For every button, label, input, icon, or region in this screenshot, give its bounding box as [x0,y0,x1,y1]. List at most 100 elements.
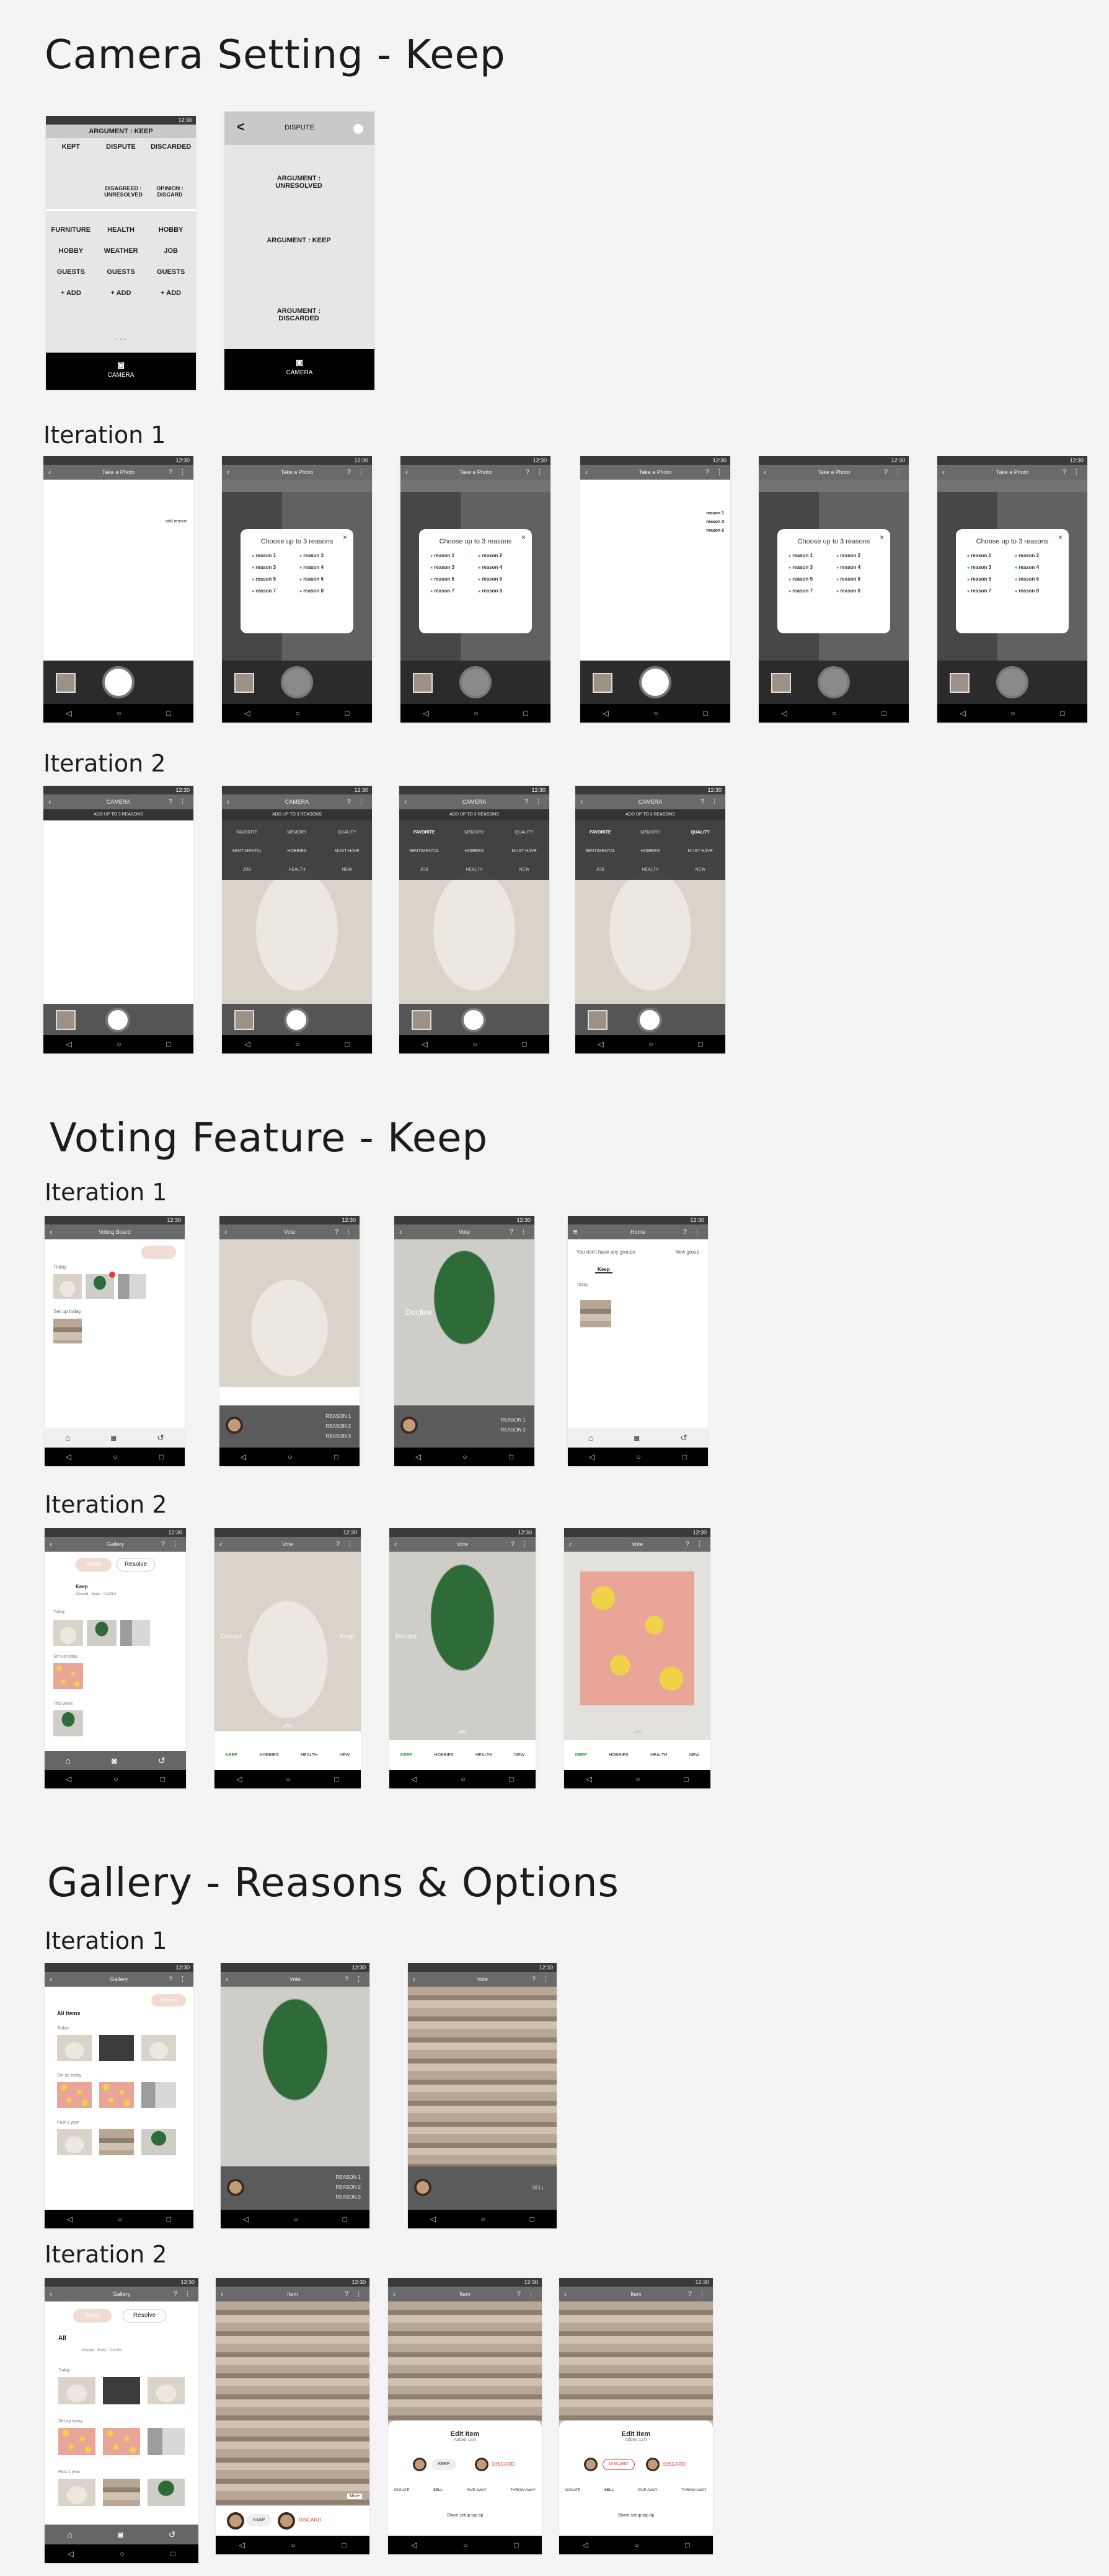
reason-option[interactable]: reason 3 [967,565,1010,570]
nav-home-icon[interactable]: ○ [117,709,121,718]
nav-home-icon[interactable]: ○ [1010,709,1015,718]
nav-back-icon[interactable]: ◁ [66,709,71,718]
back-icon[interactable]: ‹ [404,794,407,809]
back-icon[interactable]: ‹ [399,1224,402,1239]
reason-tag[interactable]: reason 1 [706,509,724,518]
tag-option[interactable]: QUALITY [499,830,549,843]
nav-home-icon[interactable]: ○ [113,1453,117,1461]
help-icon[interactable]: ? ⋮ [335,1224,355,1239]
nav-back-icon[interactable]: ◁ [66,1775,71,1783]
nav-back-icon[interactable]: ◁ [960,709,965,718]
back-icon[interactable]: ‹ [942,465,945,480]
nav-back-icon[interactable]: ◁ [603,709,608,718]
discard-swipe[interactable]: Discard [395,1633,417,1640]
nav-recent-icon[interactable]: □ [159,1453,164,1461]
tab-discarded[interactable]: DISCARDED [146,143,196,151]
nav-recent-icon[interactable]: □ [684,1775,688,1783]
nav-back-icon[interactable]: ◁ [430,2215,436,2223]
shutter-button[interactable] [639,666,671,698]
photo-thumb[interactable] [148,2428,185,2455]
tag-option[interactable]: NEW [675,868,725,880]
nav-home-icon[interactable]: ○ [461,1775,465,1783]
reason-banner[interactable]: ADD UP TO 3 REASONS [222,809,372,820]
nav-home-icon[interactable]: ○ [474,709,478,718]
nav-back-icon[interactable]: ◁ [411,1775,417,1783]
help-icon[interactable]: ? ⋮ [347,465,367,480]
tag-option[interactable]: FAVORITE [399,830,449,843]
category-chip[interactable]: KEEP [226,1753,237,1757]
history-icon[interactable]: ↺ [157,1433,164,1443]
filter-conflict[interactable]: Conflict [104,1593,116,1596]
nav-recent-icon[interactable]: □ [166,709,170,718]
add-button[interactable]: + ADD [96,289,146,297]
option-give-away[interactable]: GIVE AWAY [466,2489,486,2492]
option-give-away[interactable]: GIVE AWAY [637,2489,657,2492]
cat-item[interactable]: GUESTS [96,268,146,276]
help-icon[interactable]: ? ⋮ [884,465,904,480]
nav-recent-icon[interactable]: □ [334,1775,338,1783]
nav-recent-icon[interactable]: □ [343,2215,347,2223]
photo-thumb[interactable] [148,2479,185,2506]
photo-thumb[interactable] [57,2082,92,2108]
nav-recent-icon[interactable]: □ [342,2541,346,2549]
back-icon[interactable]: ‹ [569,1537,572,1552]
camera-icon[interactable]: ◙ [118,2530,123,2539]
nav-back-icon[interactable]: ◁ [244,1040,250,1048]
reason-option[interactable]: reason 1 [430,553,473,558]
expand-icon[interactable]: ︽ [389,1724,536,1736]
shutter-button[interactable] [102,666,135,698]
camera-preview[interactable] [43,820,193,1004]
reason-option[interactable]: reason 3 [430,565,473,570]
last-photo-thumb[interactable] [234,1010,254,1030]
photo-thumb[interactable] [53,1663,83,1689]
reason-option[interactable]: reason 7 [967,588,1010,594]
cat-item[interactable]: JOB [146,247,196,255]
nav-recent-icon[interactable]: □ [703,709,707,718]
reason-option[interactable]: reason 2 [836,553,879,558]
back-icon[interactable]: ‹ [580,794,583,809]
photo-thumb[interactable] [53,1274,82,1299]
nav-back-icon[interactable]: ◁ [598,1040,603,1048]
category-chip[interactable]: KEEP [575,1753,587,1757]
add-button[interactable]: + ADD [46,289,96,297]
back-icon[interactable]: ‹ [564,2287,567,2301]
option-donate[interactable]: DONATE [394,2489,410,2492]
category-chip[interactable]: HOBBIES [609,1753,628,1757]
shutter-button[interactable] [996,666,1028,698]
nav-recent-icon[interactable]: □ [166,1040,170,1048]
tag-option[interactable]: NEW [322,868,372,880]
reason-option[interactable]: reason 6 [299,576,342,582]
nav-back-icon[interactable]: ◁ [67,2215,73,2223]
category-chip[interactable]: HOBBIES [259,1753,278,1757]
nav-home-icon[interactable]: ○ [120,2549,124,2558]
close-icon[interactable]: × [521,533,526,542]
tag-option[interactable]: HOBBIES [272,849,322,861]
back-icon[interactable]: ‹ [585,465,588,480]
photo-thumb[interactable] [57,2035,92,2061]
nav-home-icon[interactable]: ○ [117,1040,121,1048]
back-icon[interactable]: ‹ [224,1224,227,1239]
tag-option[interactable]: HEALTH [272,868,322,880]
nav-recent-icon[interactable]: □ [683,1453,687,1461]
tab-keep[interactable]: Keep [76,1584,88,1589]
last-photo-thumb[interactable] [56,1010,76,1030]
tag-option[interactable]: HEALTH [625,868,676,880]
camera-bar[interactable]: ◙ CAMERA [46,353,196,390]
tag-option[interactable]: JOB [575,868,625,880]
side-tag[interactable]: add reason [162,518,190,525]
reason-option[interactable]: reason 4 [299,565,342,570]
shutter-button[interactable] [284,1008,309,1032]
tag-option[interactable]: MUST HAVE [499,849,549,861]
nav-recent-icon[interactable]: □ [685,2541,689,2549]
tag-option[interactable]: SENTIMENTAL [399,849,449,861]
reason-option[interactable]: reason 4 [478,565,521,570]
nav-back-icon[interactable]: ◁ [423,709,428,718]
nav-back-icon[interactable]: ◁ [243,2215,249,2223]
reason-option[interactable]: reason 1 [789,553,831,558]
nav-recent-icon[interactable]: □ [345,1040,349,1048]
reason-banner[interactable]: ADD UP TO 3 REASONS [43,809,193,820]
keep-swipe[interactable]: Keep [340,1633,355,1640]
help-icon[interactable]: ? ⋮ [336,1537,356,1552]
shutter-button[interactable] [281,666,313,698]
reason-option[interactable]: reason 6 [836,576,879,582]
